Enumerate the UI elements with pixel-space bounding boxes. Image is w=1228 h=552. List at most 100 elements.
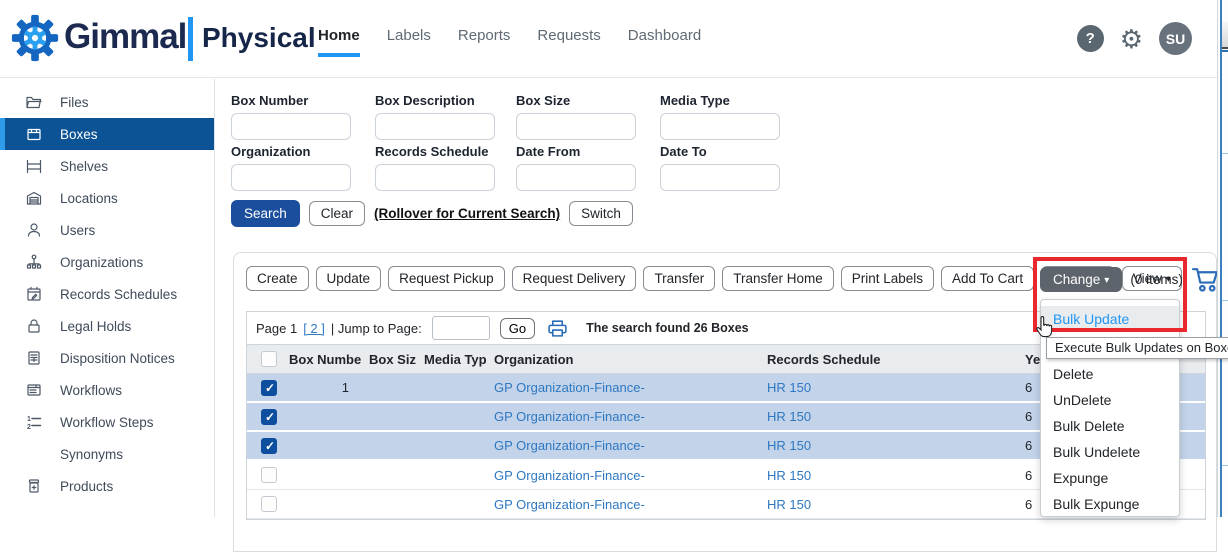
media-type-input[interactable] — [660, 113, 780, 140]
window-edge-header — [1222, 22, 1228, 49]
cell-records-schedule-link[interactable]: HR 150 — [759, 380, 1017, 395]
box-number-input[interactable] — [231, 113, 351, 140]
adjacent-window-edge — [1217, 0, 1228, 517]
box-icon — [25, 125, 43, 143]
sidebar-item-synonyms[interactable]: Synonyms — [0, 438, 214, 470]
nav-item-labels[interactable]: Labels — [387, 27, 431, 57]
col-header-box-number[interactable]: Box Number — [281, 352, 361, 367]
cell-organization-link[interactable]: GP Organization-Finance- — [486, 468, 759, 483]
menu-item-bulk-delete[interactable]: Bulk Delete — [1041, 413, 1179, 439]
date-to-input[interactable] — [660, 164, 780, 191]
change-dropdown-button[interactable]: Change▾ — [1040, 267, 1122, 292]
update-button[interactable]: Update — [316, 266, 382, 291]
sidebar-item-records-schedules[interactable]: Records Schedules — [0, 278, 214, 310]
clear-button[interactable]: Clear — [309, 201, 365, 226]
menu-item-expunge[interactable]: Expunge — [1041, 465, 1179, 491]
sidebar-item-files[interactable]: Files — [0, 86, 214, 118]
field-label: Box Description — [375, 93, 495, 108]
jump-to-page-input[interactable] — [432, 316, 490, 340]
sidebar-item-legal-holds[interactable]: Legal Holds — [0, 310, 214, 342]
rollover-current-search-link[interactable]: (Rollover for Current Search) — [374, 206, 560, 221]
change-cluster: Change▾ (0 items) — [1040, 266, 1222, 293]
menu-item-bulk-undelete[interactable]: Bulk Undelete — [1041, 439, 1179, 465]
sidebar-item-workflows[interactable]: Workflows — [0, 374, 214, 406]
sidebar-item-disposition-notices[interactable]: Disposition Notices — [0, 342, 214, 374]
transfer-home-button[interactable]: Transfer Home — [722, 266, 834, 291]
cell-organization-link[interactable]: GP Organization-Finance- — [486, 497, 759, 512]
col-header-organization[interactable]: Organization — [486, 352, 759, 367]
brand-divider — [188, 17, 193, 61]
jar-icon — [25, 477, 43, 495]
create-button[interactable]: Create — [246, 266, 309, 291]
cell-organization-link[interactable]: GP Organization-Finance- — [486, 409, 759, 424]
svg-text:2: 2 — [27, 424, 31, 431]
change-dropdown-menu: Bulk Update Delete UnDelete Bulk Delete … — [1040, 299, 1180, 517]
field-records-schedule: Records Schedule — [375, 144, 495, 191]
nav-item-home[interactable]: Home — [318, 27, 360, 57]
sidebar-item-workflow-steps[interactable]: 12 Workflow Steps — [0, 406, 214, 438]
document-icon — [25, 349, 43, 367]
row-checkbox[interactable] — [261, 467, 277, 483]
help-icon[interactable]: ? — [1077, 25, 1104, 52]
sidebar-item-products[interactable]: Products — [0, 470, 214, 502]
page-label: Page 1 — [256, 321, 297, 336]
sidebar-item-users[interactable]: Users — [0, 214, 214, 246]
cell-records-schedule-link[interactable]: HR 150 — [759, 438, 1017, 453]
add-to-cart-button[interactable]: Add To Cart — [941, 266, 1034, 291]
menu-item-bulk-update[interactable]: Bulk Update — [1041, 306, 1179, 332]
transfer-button[interactable]: Transfer — [643, 266, 715, 291]
date-from-input[interactable] — [516, 164, 636, 191]
request-pickup-button[interactable]: Request Pickup — [388, 266, 505, 291]
field-organization: Organization — [231, 144, 351, 191]
row-checkbox[interactable] — [261, 496, 277, 512]
menu-item-delete[interactable]: Delete — [1041, 361, 1179, 387]
sidebar-item-organizations[interactable]: Organizations — [0, 246, 214, 278]
switch-button[interactable]: Switch — [569, 201, 633, 226]
sidebar-item-label: Disposition Notices — [60, 351, 175, 366]
cell-records-schedule-link[interactable]: HR 150 — [759, 497, 1017, 512]
caret-down-icon: ▾ — [1104, 275, 1109, 286]
search-button[interactable]: Search — [231, 200, 300, 227]
cell-organization-link[interactable]: GP Organization-Finance- — [486, 380, 759, 395]
box-description-input[interactable] — [375, 113, 495, 140]
go-button[interactable]: Go — [500, 318, 535, 339]
page-2-link[interactable]: [ 2 ] — [303, 321, 325, 336]
col-header-media-type[interactable]: Media Type — [416, 352, 486, 367]
row-checkbox[interactable] — [261, 380, 277, 396]
printer-icon[interactable] — [547, 319, 568, 338]
box-size-input[interactable] — [516, 113, 636, 140]
field-date-from: Date From — [516, 144, 636, 191]
jump-to-page-label: | Jump to Page: — [331, 321, 422, 336]
search-actions: Search Clear (Rollover for Current Searc… — [231, 200, 633, 227]
row-checkbox[interactable] — [261, 409, 277, 425]
org-chart-icon — [25, 253, 43, 271]
col-header-records-schedule[interactable]: Records Schedule — [759, 352, 1017, 367]
cell-organization-link[interactable]: GP Organization-Finance- — [486, 438, 759, 453]
cell-records-schedule-link[interactable]: HR 150 — [759, 468, 1017, 483]
field-label: Media Type — [660, 93, 780, 108]
lock-icon — [25, 317, 43, 335]
print-labels-button[interactable]: Print Labels — [841, 266, 934, 291]
sidebar-item-locations[interactable]: Locations — [0, 182, 214, 214]
nav-item-requests[interactable]: Requests — [537, 27, 600, 57]
records-schedule-input[interactable] — [375, 164, 495, 191]
sidebar-item-label: Locations — [60, 191, 118, 206]
sidebar-item-boxes[interactable]: Boxes — [0, 118, 214, 150]
nav-item-reports[interactable]: Reports — [458, 27, 511, 57]
window-icon — [25, 381, 43, 399]
select-all-checkbox[interactable] — [261, 351, 277, 367]
organization-input[interactable] — [231, 164, 351, 191]
request-delivery-button[interactable]: Request Delivery — [512, 266, 637, 291]
sidebar-item-label: Products — [60, 479, 113, 494]
sidebar-item-shelves[interactable]: Shelves — [0, 150, 214, 182]
user-avatar[interactable]: SU — [1159, 22, 1192, 55]
row-checkbox[interactable] — [261, 438, 277, 454]
sidebar-item-label: Boxes — [60, 127, 98, 142]
menu-item-undelete[interactable]: UnDelete — [1041, 387, 1179, 413]
folder-icon — [25, 93, 43, 111]
cell-records-schedule-link[interactable]: HR 150 — [759, 409, 1017, 424]
nav-item-dashboard[interactable]: Dashboard — [628, 27, 701, 57]
col-header-box-size[interactable]: Box Size — [361, 352, 416, 367]
settings-gear-icon[interactable]: ⚙ — [1120, 26, 1143, 52]
menu-item-bulk-expunge[interactable]: Bulk Expunge — [1041, 491, 1179, 517]
